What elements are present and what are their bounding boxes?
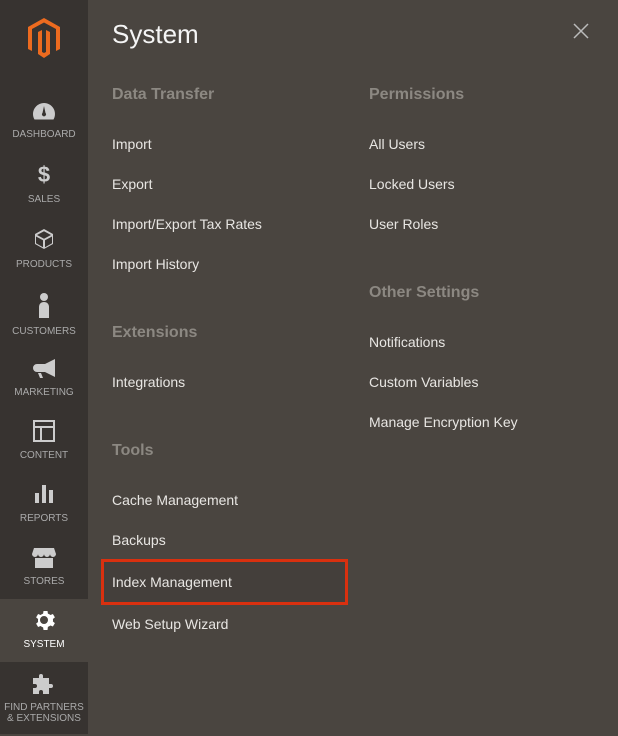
bar-chart-icon bbox=[0, 483, 88, 508]
sidebar-item-label: PRODUCTS bbox=[0, 259, 88, 270]
svg-text:$: $ bbox=[38, 162, 50, 186]
link-cache-management[interactable]: Cache Management bbox=[112, 480, 337, 520]
link-import-history[interactable]: Import History bbox=[112, 244, 337, 284]
section-heading: Data Transfer bbox=[112, 86, 337, 104]
admin-sidebar: DASHBOARD $ SALES PRODUCTS CUSTOMERS MAR… bbox=[0, 0, 88, 734]
person-icon bbox=[0, 292, 88, 321]
link-user-roles[interactable]: User Roles bbox=[369, 204, 594, 244]
link-manage-encryption-key[interactable]: Manage Encryption Key bbox=[369, 402, 594, 442]
close-button[interactable] bbox=[568, 18, 594, 50]
sidebar-item-label: REPORTS bbox=[0, 513, 88, 524]
section-tools: Tools Cache Management Backups Index Man… bbox=[112, 442, 337, 644]
magento-logo[interactable] bbox=[26, 10, 62, 71]
sidebar-item-stores[interactable]: STORES bbox=[0, 536, 88, 599]
magento-logo-icon bbox=[26, 18, 62, 58]
sidebar-item-label: CONTENT bbox=[0, 450, 88, 461]
panel-columns: Data Transfer Import Export Import/Expor… bbox=[112, 86, 594, 684]
link-import-export-tax-rates[interactable]: Import/Export Tax Rates bbox=[112, 204, 337, 244]
layout-icon bbox=[0, 420, 88, 445]
section-heading: Other Settings bbox=[369, 284, 594, 302]
section-permissions: Permissions All Users Locked Users User … bbox=[369, 86, 594, 244]
sidebar-item-label: STORES bbox=[0, 576, 88, 587]
panel-title: System bbox=[112, 19, 199, 50]
link-index-management[interactable]: Index Management bbox=[102, 560, 347, 604]
gear-icon bbox=[0, 609, 88, 634]
link-web-setup-wizard[interactable]: Web Setup Wizard bbox=[112, 604, 337, 644]
sidebar-item-sales[interactable]: $ SALES bbox=[0, 152, 88, 217]
link-backups[interactable]: Backups bbox=[112, 520, 337, 560]
link-export[interactable]: Export bbox=[112, 164, 337, 204]
link-custom-variables[interactable]: Custom Variables bbox=[369, 362, 594, 402]
section-heading: Extensions bbox=[112, 324, 337, 342]
link-locked-users[interactable]: Locked Users bbox=[369, 164, 594, 204]
sidebar-item-marketing[interactable]: MARKETING bbox=[0, 349, 88, 410]
storefront-icon bbox=[0, 546, 88, 571]
sidebar-item-label: SALES bbox=[0, 194, 88, 205]
megaphone-icon bbox=[0, 359, 88, 382]
sidebar-item-content[interactable]: CONTENT bbox=[0, 410, 88, 473]
link-integrations[interactable]: Integrations bbox=[112, 362, 337, 402]
section-data-transfer: Data Transfer Import Export Import/Expor… bbox=[112, 86, 337, 284]
puzzle-icon bbox=[0, 672, 88, 697]
system-panel: System Data Transfer Import Export Impor… bbox=[88, 0, 618, 734]
gauge-icon bbox=[0, 101, 88, 124]
link-all-users[interactable]: All Users bbox=[369, 124, 594, 164]
sidebar-item-label: MARKETING bbox=[0, 387, 88, 398]
link-notifications[interactable]: Notifications bbox=[369, 322, 594, 362]
right-column: Permissions All Users Locked Users User … bbox=[369, 86, 594, 684]
sidebar-item-partners[interactable]: FIND PARTNERS & EXTENSIONS bbox=[0, 662, 88, 736]
sidebar-item-products[interactable]: PRODUCTS bbox=[0, 217, 88, 282]
sidebar-item-customers[interactable]: CUSTOMERS bbox=[0, 282, 88, 349]
box-icon bbox=[0, 227, 88, 254]
section-heading: Tools bbox=[112, 442, 337, 460]
section-heading: Permissions bbox=[369, 86, 594, 104]
link-import[interactable]: Import bbox=[112, 124, 337, 164]
sidebar-item-reports[interactable]: REPORTS bbox=[0, 473, 88, 536]
sidebar-item-system[interactable]: SYSTEM bbox=[0, 599, 88, 662]
sidebar-item-label: FIND PARTNERS & EXTENSIONS bbox=[0, 702, 88, 724]
sidebar-item-label: SYSTEM bbox=[0, 639, 88, 650]
panel-header: System bbox=[112, 18, 594, 50]
dollar-icon: $ bbox=[0, 162, 88, 189]
close-icon bbox=[572, 22, 590, 40]
left-column: Data Transfer Import Export Import/Expor… bbox=[112, 86, 337, 684]
section-extensions: Extensions Integrations bbox=[112, 324, 337, 402]
section-other-settings: Other Settings Notifications Custom Vari… bbox=[369, 284, 594, 442]
sidebar-item-label: CUSTOMERS bbox=[0, 326, 88, 337]
sidebar-item-dashboard[interactable]: DASHBOARD bbox=[0, 91, 88, 152]
sidebar-item-label: DASHBOARD bbox=[0, 129, 88, 140]
